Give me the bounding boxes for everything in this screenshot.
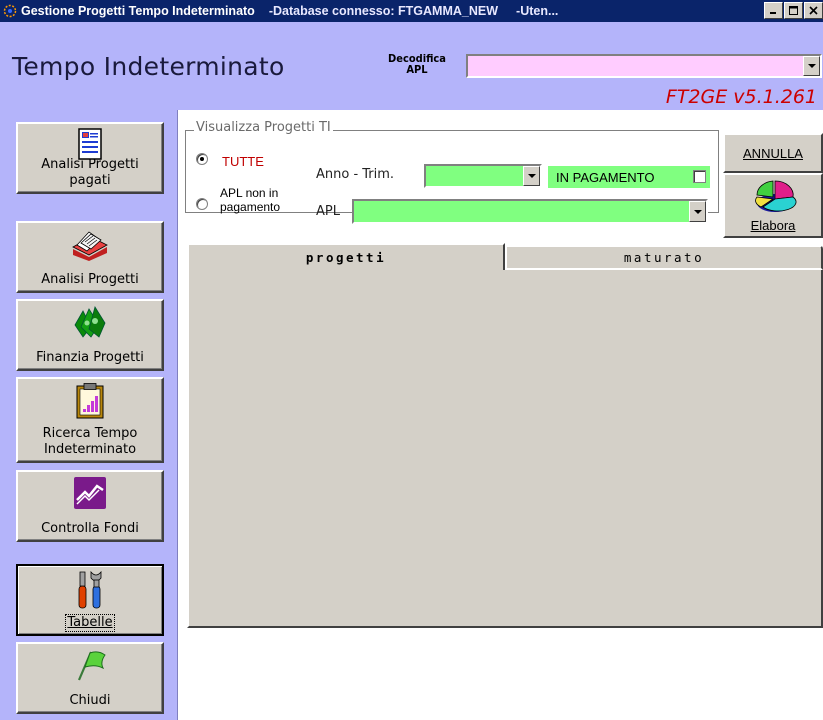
- decodifica-label: Decodifica APL: [372, 53, 462, 75]
- radio-apl-label-line1: APL non in: [220, 186, 279, 200]
- app-header: Tempo Indeterminato Decodifica APL FT2GE…: [0, 22, 823, 110]
- sidebar-item-label: Finanzia Progetti: [36, 350, 144, 365]
- filter-group-title: Visualizza Progetti TI: [194, 120, 333, 135]
- sidebar: Analisi Progetti pagati Analisi Progetti…: [0, 110, 178, 720]
- anno-trim-combo[interactable]: [424, 164, 542, 188]
- report-document-icon: [78, 128, 102, 160]
- minimize-button[interactable]: [764, 2, 783, 19]
- close-button[interactable]: [804, 2, 823, 19]
- card-file-icon: [72, 231, 108, 261]
- apl-label: APL: [316, 204, 340, 219]
- elabora-label: Elabora: [750, 218, 796, 233]
- decodifica-dropdown-button[interactable]: [803, 56, 820, 76]
- decodifica-apl-combo[interactable]: [466, 54, 822, 78]
- apl-dropdown-button[interactable]: [689, 201, 706, 222]
- window-title-bar: Gestione Progetti Tempo Indeterminato -D…: [0, 0, 823, 22]
- tools-icon: [78, 570, 102, 609]
- in-pagamento-field: IN PAGAMENTO: [548, 166, 710, 188]
- close-icon: [809, 6, 818, 15]
- annulla-button[interactable]: ANNULLA: [723, 133, 823, 173]
- version-label: FT2GE v5.1.261: [665, 86, 817, 108]
- sidebar-item-label: Analisi Progetti pagati: [41, 157, 139, 188]
- anno-trim-label: Anno - Trim.: [316, 167, 395, 182]
- in-pagamento-label: IN PAGAMENTO: [556, 169, 655, 185]
- sidebar-item-label: Ricerca Tempo Indeterminato: [42, 426, 138, 457]
- tab-maturato[interactable]: maturato: [505, 245, 823, 270]
- radio-apl-non-in-pagamento[interactable]: [196, 198, 208, 210]
- sidebar-item-tabelle[interactable]: Tabelle: [16, 564, 164, 636]
- green-flag-icon: [77, 651, 106, 681]
- sidebar-item-analisi-progetti-pagati[interactable]: Analisi Progetti pagati: [16, 122, 164, 194]
- sidebar-item-label: Analisi Progetti: [41, 272, 139, 287]
- window-title: Gestione Progetti Tempo Indeterminato: [21, 4, 255, 18]
- page-title: Tempo Indeterminato: [12, 52, 285, 81]
- anno-trim-dropdown-button[interactable]: [523, 166, 540, 186]
- trend-chart-icon: [74, 477, 106, 509]
- minimize-icon: [770, 12, 776, 14]
- radio-apl-label-line2: pagamento: [220, 200, 281, 214]
- sidebar-item-label: Chiudi: [69, 693, 111, 708]
- in-pagamento-checkbox[interactable]: [693, 170, 706, 183]
- chevron-down-icon: [807, 64, 816, 68]
- maximize-icon: [789, 6, 798, 15]
- pie-chart-icon: [755, 180, 797, 212]
- database-status: -Database connesso: FTGAMMA_NEW: [268, 4, 499, 18]
- radio-tutte[interactable]: [196, 153, 208, 165]
- annulla-label: ANNULLA: [743, 145, 803, 161]
- user-status: -Uten...: [516, 4, 559, 18]
- clipboard-chart-icon: [76, 383, 104, 419]
- sidebar-item-chiudi[interactable]: Chiudi: [16, 642, 164, 714]
- radio-apl-label: APL non in pagamento: [220, 186, 280, 214]
- money-stack-icon: [74, 306, 106, 338]
- chevron-down-icon: [693, 209, 702, 214]
- maximize-button[interactable]: [784, 2, 803, 19]
- radio-tutte-label: TUTTE: [222, 154, 264, 169]
- tab-panel: [187, 266, 823, 628]
- sidebar-item-controlla-fondi[interactable]: Controlla Fondi: [16, 470, 164, 542]
- tab-progetti[interactable]: progetti: [187, 243, 505, 270]
- sidebar-item-analisi-progetti[interactable]: Analisi Progetti: [16, 221, 164, 293]
- elabora-button[interactable]: Elabora: [723, 173, 823, 238]
- sidebar-item-label: Tabelle: [65, 614, 115, 632]
- chevron-down-icon: [527, 174, 536, 178]
- apl-combo[interactable]: [352, 199, 708, 224]
- decodifica-label-line2: APL: [406, 63, 428, 76]
- sidebar-item-ricerca-tempo-indeterminato[interactable]: Ricerca Tempo Indeterminato: [16, 377, 164, 463]
- sidebar-item-label: Controlla Fondi: [41, 521, 139, 536]
- sidebar-item-finanzia-progetti[interactable]: Finanzia Progetti: [16, 299, 164, 371]
- app-icon: [3, 4, 17, 18]
